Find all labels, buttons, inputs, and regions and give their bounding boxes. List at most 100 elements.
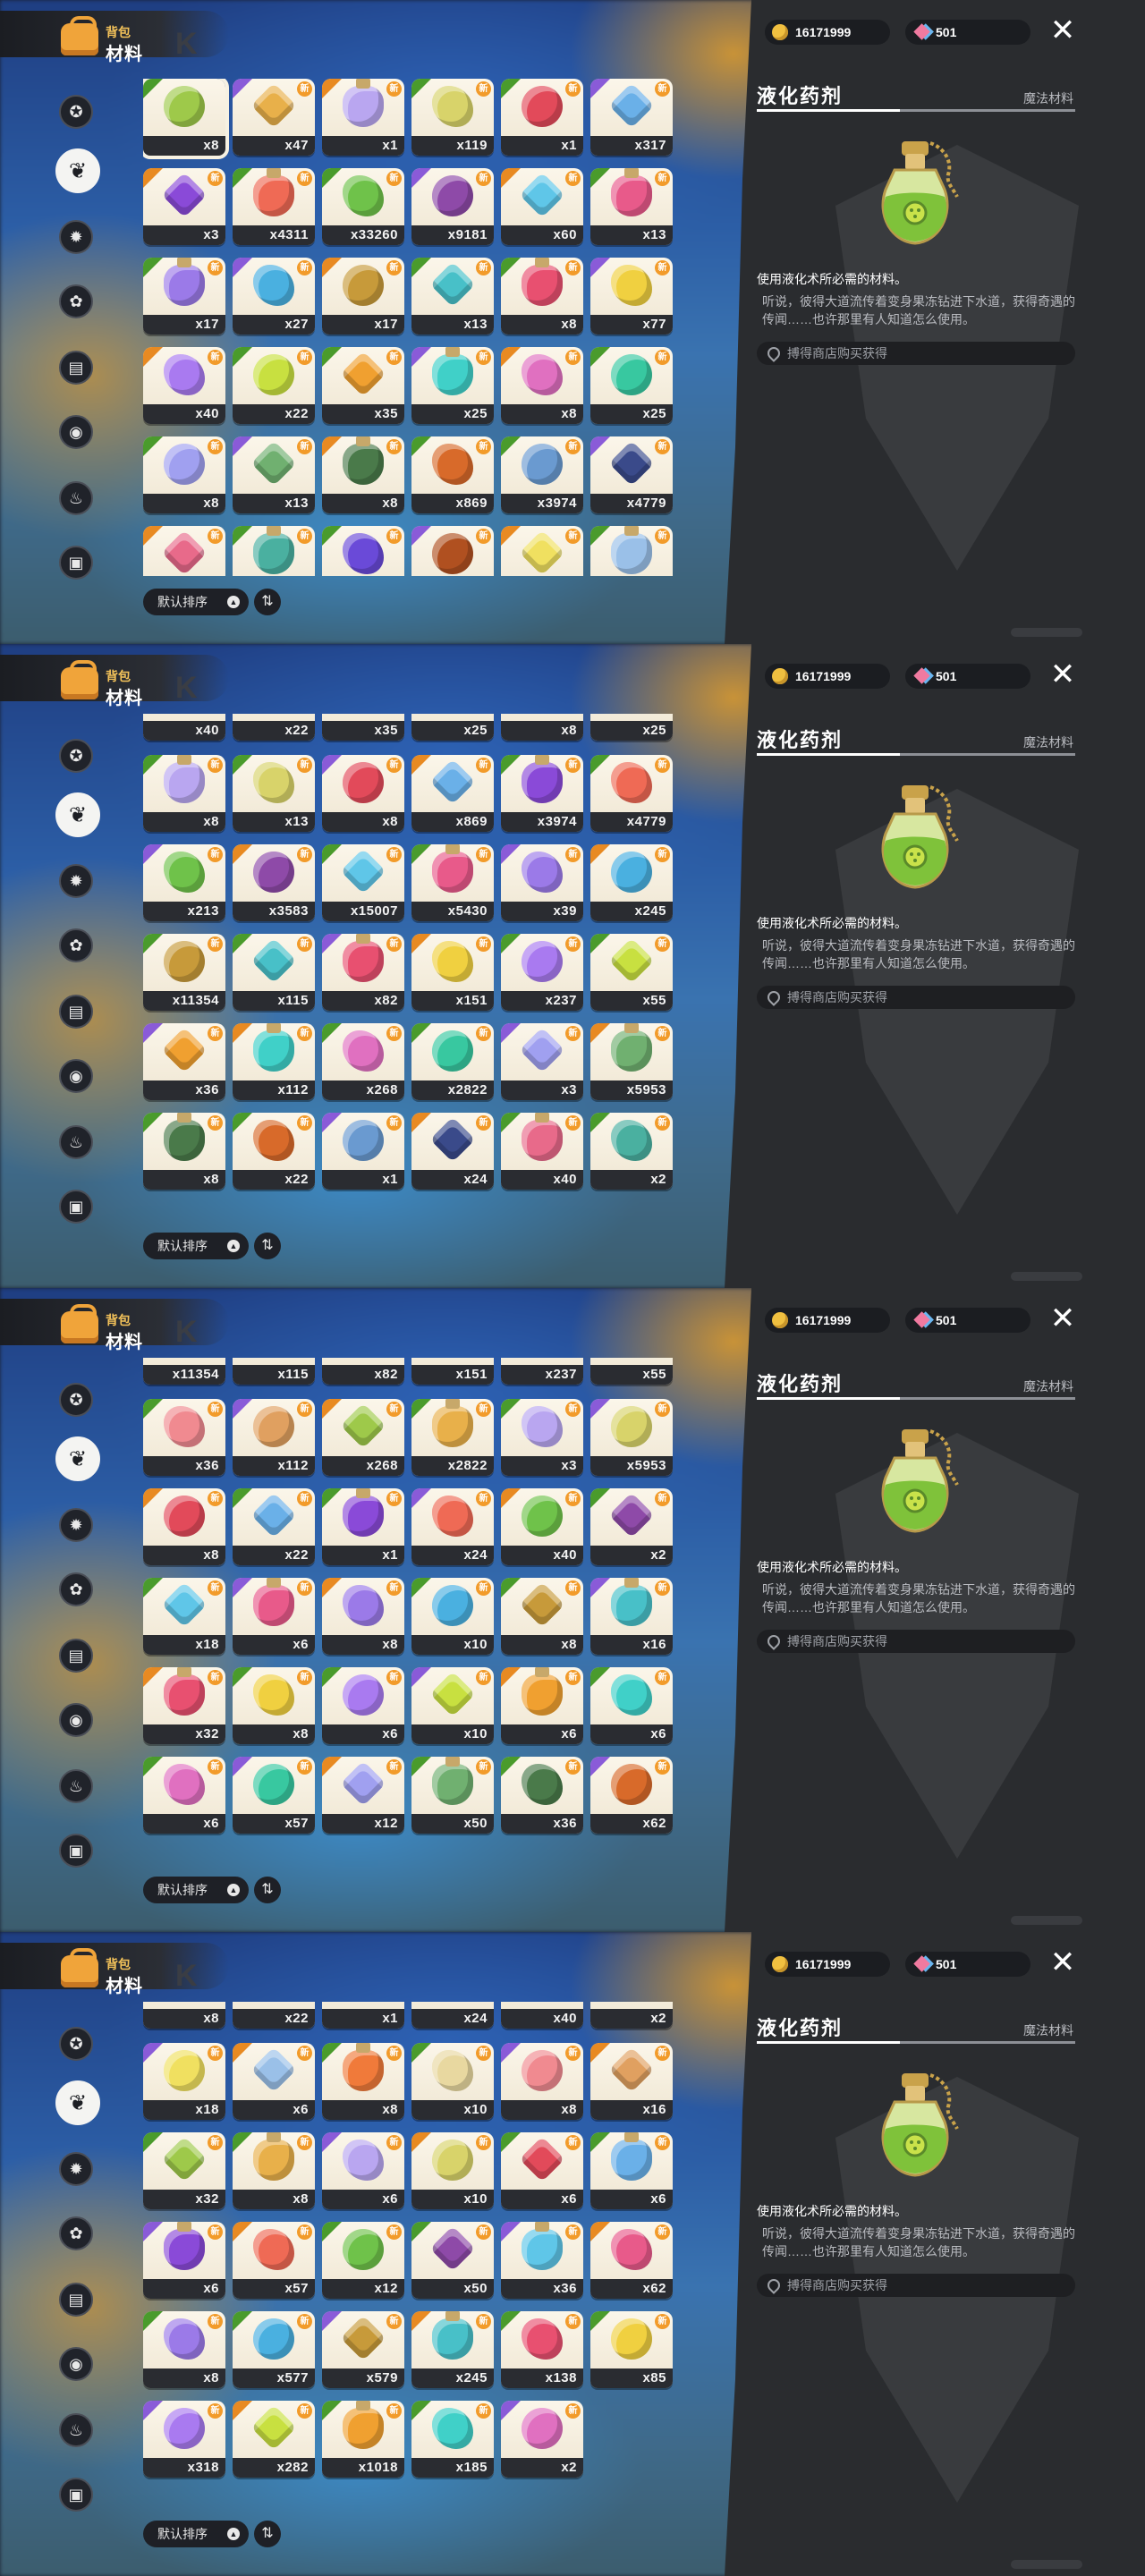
item-slot[interactable]: 新 x22	[233, 1113, 315, 1190]
item-slot[interactable]: 新 x17	[322, 258, 404, 335]
item-slot[interactable]: 新 x13	[233, 436, 315, 513]
item-slot[interactable]: 新 x8	[322, 1578, 404, 1655]
item-slot[interactable]: 新	[411, 526, 494, 576]
leaf-icon[interactable]: ❦	[55, 792, 100, 837]
item-slot[interactable]: 新 x1	[322, 1113, 404, 1190]
flower-icon[interactable]: ✿	[59, 284, 93, 318]
scroll-icon[interactable]: ▤	[59, 351, 93, 385]
item-slot[interactable]: 新 x50	[411, 1757, 494, 1834]
item-slot[interactable]: 新 x40	[143, 347, 225, 424]
item-slot[interactable]: 新 x62	[590, 2222, 673, 2299]
item-slot[interactable]: 新 x5430	[411, 844, 494, 921]
badge-icon[interactable]: ✹	[59, 1508, 93, 1542]
item-slot[interactable]: 新 x8	[143, 436, 225, 513]
item-slot[interactable]: 新 x1018	[322, 2401, 404, 2478]
item-slot[interactable]: 新 x6	[143, 2222, 225, 2299]
item-slot[interactable]: 新 x3974	[501, 436, 583, 513]
item-slot[interactable]: 新 x18	[143, 1578, 225, 1655]
item-slot[interactable]: 新 x8	[322, 755, 404, 832]
item-slot[interactable]: 新 x268	[322, 1399, 404, 1476]
item-slot[interactable]: 新 x3974	[501, 755, 583, 832]
item-slot[interactable]: 新 x40	[501, 1113, 583, 1190]
leaf-icon[interactable]: ❦	[55, 1436, 100, 1481]
sort-order-toggle-icon[interactable]: ⇅	[254, 1877, 281, 1903]
sort-order-toggle-icon[interactable]: ⇅	[254, 589, 281, 615]
item-slot[interactable]: 新 x317	[590, 79, 673, 156]
bell-icon[interactable]: ♨	[59, 1125, 93, 1159]
item-slot[interactable]: 新 x115	[233, 934, 315, 1011]
badge-icon[interactable]: ✹	[59, 2152, 93, 2186]
item-slot[interactable]: 新 x25	[411, 347, 494, 424]
item-slot[interactable]: 新 x55	[590, 1358, 673, 1385]
item-slot[interactable]: 新 x22	[233, 2002, 315, 2029]
item-slot[interactable]: 新 x237	[501, 1358, 583, 1385]
item-slot[interactable]: 新 x4779	[590, 755, 673, 832]
compass-icon[interactable]: ✪	[59, 2027, 93, 2061]
item-slot[interactable]: 新 x13	[411, 258, 494, 335]
item-slot[interactable]: 新 x82	[322, 1358, 404, 1385]
item-slot[interactable]: 新 x10	[411, 1578, 494, 1655]
compass-icon[interactable]: ✪	[59, 1383, 93, 1417]
badge-icon[interactable]: ✹	[59, 220, 93, 254]
item-slot[interactable]: 新 x60	[501, 168, 583, 245]
item-slot[interactable]: 新 x8	[501, 714, 583, 741]
item-slot[interactable]: 新 x24	[411, 1488, 494, 1565]
item-slot[interactable]: 新 x3	[501, 1399, 583, 1476]
item-slot[interactable]: 新 x8	[143, 755, 225, 832]
item-slot[interactable]: 新 x5953	[590, 1023, 673, 1100]
item-slot[interactable]: 新 x36	[501, 2222, 583, 2299]
item-slot[interactable]: 新 x245	[590, 844, 673, 921]
item-slot[interactable]: 新 x25	[590, 714, 673, 741]
sort-dropdown[interactable]: 默认排序 ▲	[143, 589, 249, 615]
chest-icon[interactable]: ▣	[59, 2478, 93, 2512]
item-slot[interactable]: 新 x6	[143, 1757, 225, 1834]
item-slot[interactable]: 新 x3	[143, 168, 225, 245]
leaf-icon[interactable]: ❦	[55, 148, 100, 193]
item-slot[interactable]: 新 x6	[233, 2043, 315, 2120]
item-slot[interactable]: 新 x39	[501, 844, 583, 921]
flower-icon[interactable]: ✿	[59, 928, 93, 962]
item-slot[interactable]: 新 x151	[411, 1358, 494, 1385]
item-source[interactable]: 搏得商店购买获得	[757, 2274, 1075, 2297]
close-icon[interactable]: ✕	[1047, 1946, 1079, 1979]
item-slot[interactable]: 新 x36	[143, 1023, 225, 1100]
sort-order-toggle-icon[interactable]: ⇅	[254, 1233, 281, 1259]
bell-icon[interactable]: ♨	[59, 2413, 93, 2447]
item-slot[interactable]: 新 x6	[590, 2132, 673, 2209]
item-slot[interactable]: 新 x115	[233, 1358, 315, 1385]
close-icon[interactable]: ✕	[1047, 658, 1079, 691]
item-slot[interactable]: 新 x6	[501, 2132, 583, 2209]
item-slot[interactable]: 新 x40	[501, 1488, 583, 1565]
item-slot[interactable]: 新 x6	[322, 1667, 404, 1744]
item-slot[interactable]: 新 x18	[143, 2043, 225, 2120]
item-slot[interactable]: 新 x22	[233, 347, 315, 424]
item-slot[interactable]: 新	[590, 526, 673, 576]
item-slot[interactable]: 新 x32	[143, 2132, 225, 2209]
item-slot[interactable]: 新 x3	[501, 1023, 583, 1100]
item-slot[interactable]: 新	[501, 526, 583, 576]
item-slot[interactable]: 新 x10	[411, 2043, 494, 2120]
flower-icon[interactable]: ✿	[59, 2216, 93, 2250]
item-slot[interactable]: 新 x24	[411, 2002, 494, 2029]
item-slot[interactable]: 新 x35	[322, 714, 404, 741]
item-source[interactable]: 搏得商店购买获得	[757, 1630, 1075, 1653]
item-slot[interactable]: 新 x24	[411, 1113, 494, 1190]
item-slot[interactable]: 新 x119	[411, 79, 494, 156]
item-source[interactable]: 搏得商店购买获得	[757, 342, 1075, 365]
item-slot[interactable]: 新 x8	[501, 258, 583, 335]
item-slot[interactable]: 新 x2	[590, 1113, 673, 1190]
item-slot[interactable]: 新 x2822	[411, 1399, 494, 1476]
close-icon[interactable]: ✕	[1047, 14, 1079, 47]
item-slot[interactable]: 新 x8	[143, 1113, 225, 1190]
item-slot[interactable]: 新 x2822	[411, 1023, 494, 1100]
item-slot[interactable]: 新 x11354	[143, 1358, 225, 1385]
item-slot[interactable]: 新 x1	[501, 79, 583, 156]
item-slot[interactable]: 新 x8	[233, 2132, 315, 2209]
item-slot[interactable]: 新 x213	[143, 844, 225, 921]
item-slot[interactable]: 新 x12	[322, 2222, 404, 2299]
chest-icon[interactable]: ▣	[59, 1834, 93, 1868]
chest-icon[interactable]: ▣	[59, 546, 93, 580]
sort-order-toggle-icon[interactable]: ⇅	[254, 2521, 281, 2547]
item-slot[interactable]: 新 x32	[143, 1667, 225, 1744]
item-slot[interactable]: 新 x27	[233, 258, 315, 335]
